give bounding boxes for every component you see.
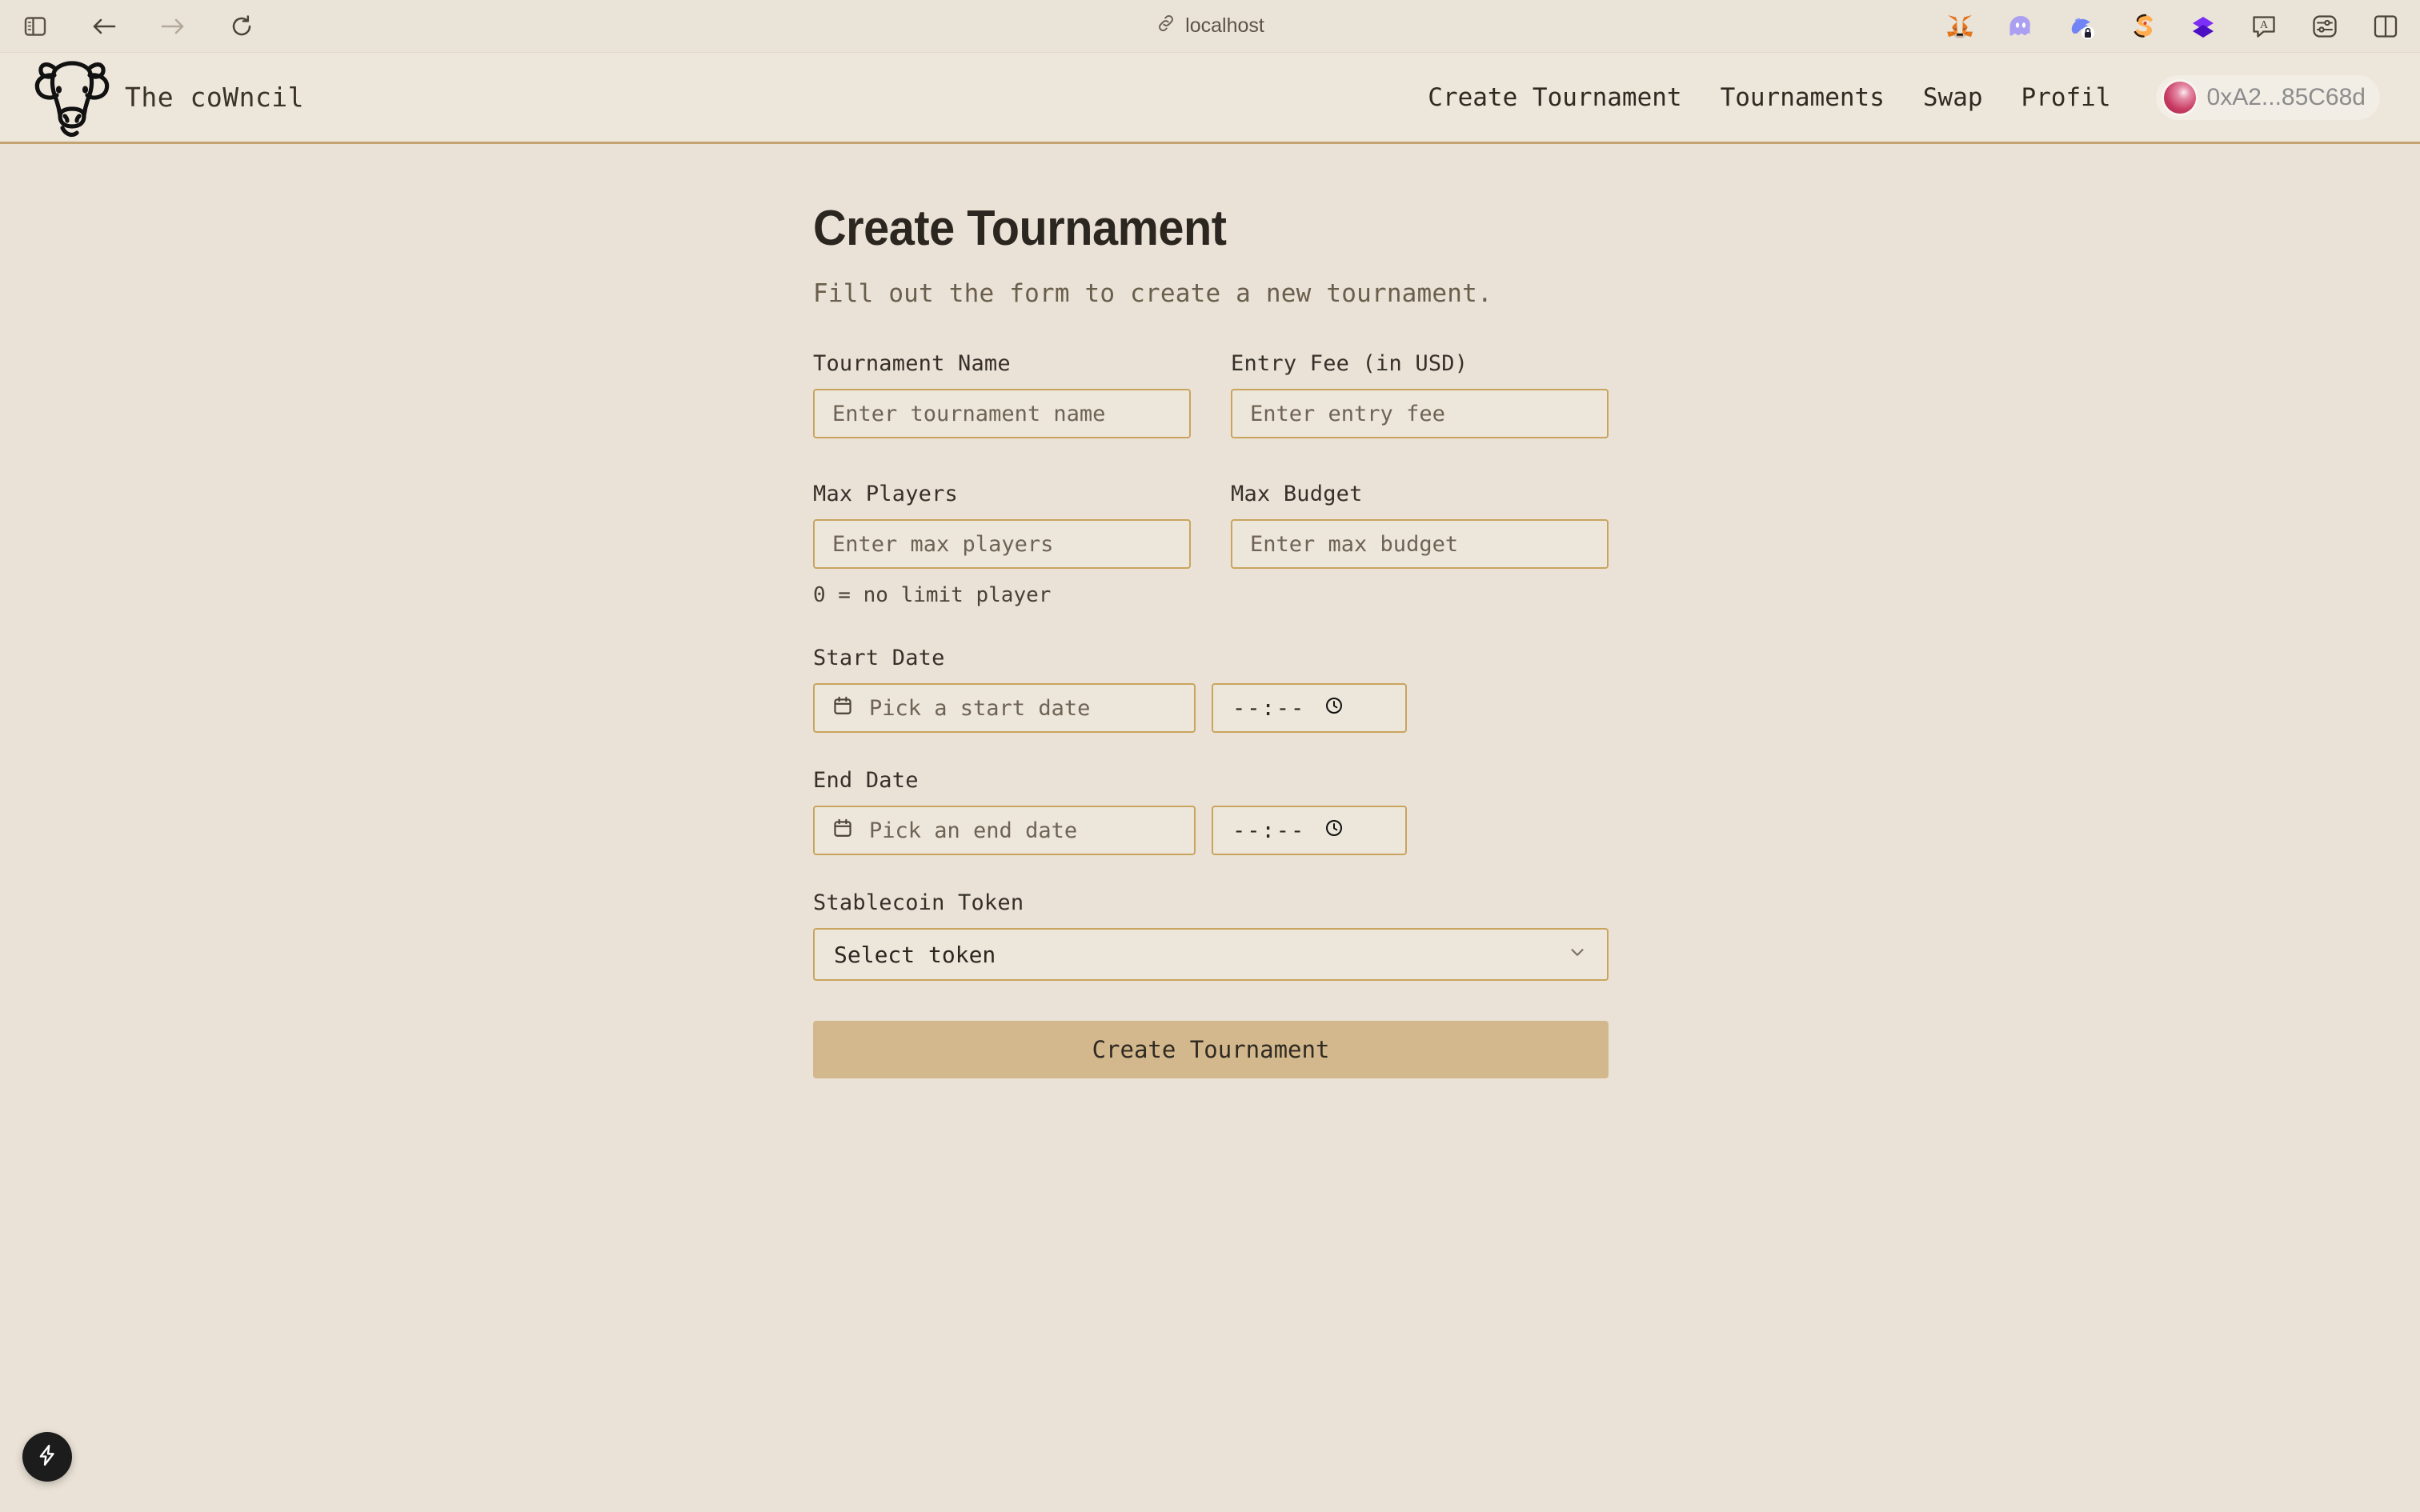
end-date-picker-button[interactable]: Pick an end date: [813, 806, 1196, 855]
svg-text:A: A: [2260, 19, 2269, 31]
entry-fee-input[interactable]: [1231, 389, 1609, 438]
rabby-extension-icon[interactable]: [2065, 10, 2098, 43]
start-date-row: Pick a start date --:--: [813, 683, 1609, 733]
brand-name: The coWncil: [125, 82, 305, 113]
browser-extensions: A: [1943, 10, 2402, 43]
translate-icon[interactable]: A: [2247, 10, 2281, 43]
tournament-name-label: Tournament Name: [813, 351, 1011, 376]
chevron-down-icon: [1567, 942, 1588, 968]
calendar-icon: [832, 818, 853, 844]
end-time-input[interactable]: --:--: [1212, 806, 1407, 855]
solflare-extension-icon[interactable]: [2126, 10, 2159, 43]
browser-nav-controls: [0, 10, 258, 42]
end-date-placeholder: Pick an end date: [869, 818, 1078, 843]
clock-icon: [1324, 818, 1344, 843]
nav-item-tournaments[interactable]: Tournaments: [1721, 83, 1885, 112]
wallet-avatar: [2163, 81, 2196, 114]
split-view-icon[interactable]: [2369, 10, 2402, 43]
address-bar-text: localhost: [1185, 14, 1264, 37]
max-players-helper-text: 0 = no limit player: [813, 583, 1052, 607]
site-header: The coWncil Create Tournament Tournament…: [0, 53, 2420, 144]
form-row-players-budget: Max Players 0 = no limit player Max Budg…: [813, 482, 1609, 607]
browser-toolbar: localhost A: [0, 0, 2420, 53]
link-icon: [1156, 13, 1176, 39]
lightning-bolt-icon: [35, 1443, 59, 1470]
field-end-date: End Date Pick an end date --:--: [813, 768, 1609, 855]
start-time-input[interactable]: --:--: [1212, 683, 1407, 733]
stablecoin-token-select[interactable]: Select token: [813, 928, 1609, 981]
end-date-row: Pick an end date --:--: [813, 806, 1609, 855]
dev-tools-badge[interactable]: [22, 1432, 72, 1482]
nav-item-profil[interactable]: Profil: [2021, 83, 2111, 112]
start-date-label: Start Date: [813, 646, 945, 670]
start-date-placeholder: Pick a start date: [869, 695, 1091, 721]
max-budget-label: Max Budget: [1231, 482, 1363, 506]
field-start-date: Start Date Pick a start date --:--: [813, 646, 1609, 733]
end-time-value: --:--: [1232, 818, 1306, 843]
max-players-label: Max Players: [813, 482, 959, 506]
max-players-input[interactable]: [813, 519, 1191, 569]
start-time-value: --:--: [1232, 695, 1306, 721]
field-max-players: Max Players 0 = no limit player: [813, 482, 1191, 607]
field-entry-fee: Entry Fee (in USD): [1231, 351, 1609, 438]
field-max-budget: Max Budget: [1231, 482, 1609, 607]
page-subtitle: Fill out the form to create a new tourna…: [813, 279, 1492, 308]
sidebar-toggle-icon[interactable]: [19, 10, 51, 42]
calendar-icon: [832, 695, 853, 722]
nav-item-create-tournament[interactable]: Create Tournament: [1428, 83, 1681, 112]
create-tournament-submit-button[interactable]: Create Tournament: [813, 1021, 1609, 1078]
metamask-extension-icon[interactable]: [1943, 10, 1977, 43]
address-bar[interactable]: localhost: [1156, 13, 1264, 39]
main-navigation: Create Tournament Tournaments Swap Profi…: [1428, 74, 2380, 120]
reload-icon[interactable]: [226, 10, 258, 42]
field-stablecoin-token: Stablecoin Token Select token: [813, 890, 1609, 981]
page-title: Create Tournament: [813, 201, 1227, 256]
page-content: Create Tournament Fill out the form to c…: [0, 144, 2420, 1512]
end-date-label: End Date: [813, 768, 919, 793]
backpack-extension-icon[interactable]: [2186, 10, 2220, 43]
phantom-extension-icon[interactable]: [2004, 10, 2037, 43]
reader-settings-icon[interactable]: [2308, 10, 2342, 43]
nav-item-swap[interactable]: Swap: [1923, 83, 1983, 112]
max-budget-input[interactable]: [1231, 519, 1609, 569]
back-arrow-icon[interactable]: [88, 10, 120, 42]
wallet-chip[interactable]: 0xA2...85C68d: [2155, 74, 2380, 120]
start-date-picker-button[interactable]: Pick a start date: [813, 683, 1196, 733]
create-tournament-form: Create Tournament Fill out the form to c…: [813, 144, 1609, 1078]
brand-logo-link[interactable]: The coWncil: [0, 47, 304, 148]
wallet-address-label: 0xA2...85C68d: [2206, 83, 2366, 110]
cow-logo-icon: [34, 60, 110, 137]
field-tournament-name: Tournament Name: [813, 351, 1191, 438]
form-row-name-fee: Tournament Name Entry Fee (in USD): [813, 351, 1609, 438]
stablecoin-token-label: Stablecoin Token: [813, 890, 1024, 915]
stablecoin-token-selected-value: Select token: [834, 941, 996, 968]
entry-fee-label: Entry Fee (in USD): [1231, 351, 1468, 376]
clock-icon: [1324, 696, 1344, 721]
tournament-name-input[interactable]: [813, 389, 1191, 438]
forward-arrow-icon[interactable]: [157, 10, 189, 42]
